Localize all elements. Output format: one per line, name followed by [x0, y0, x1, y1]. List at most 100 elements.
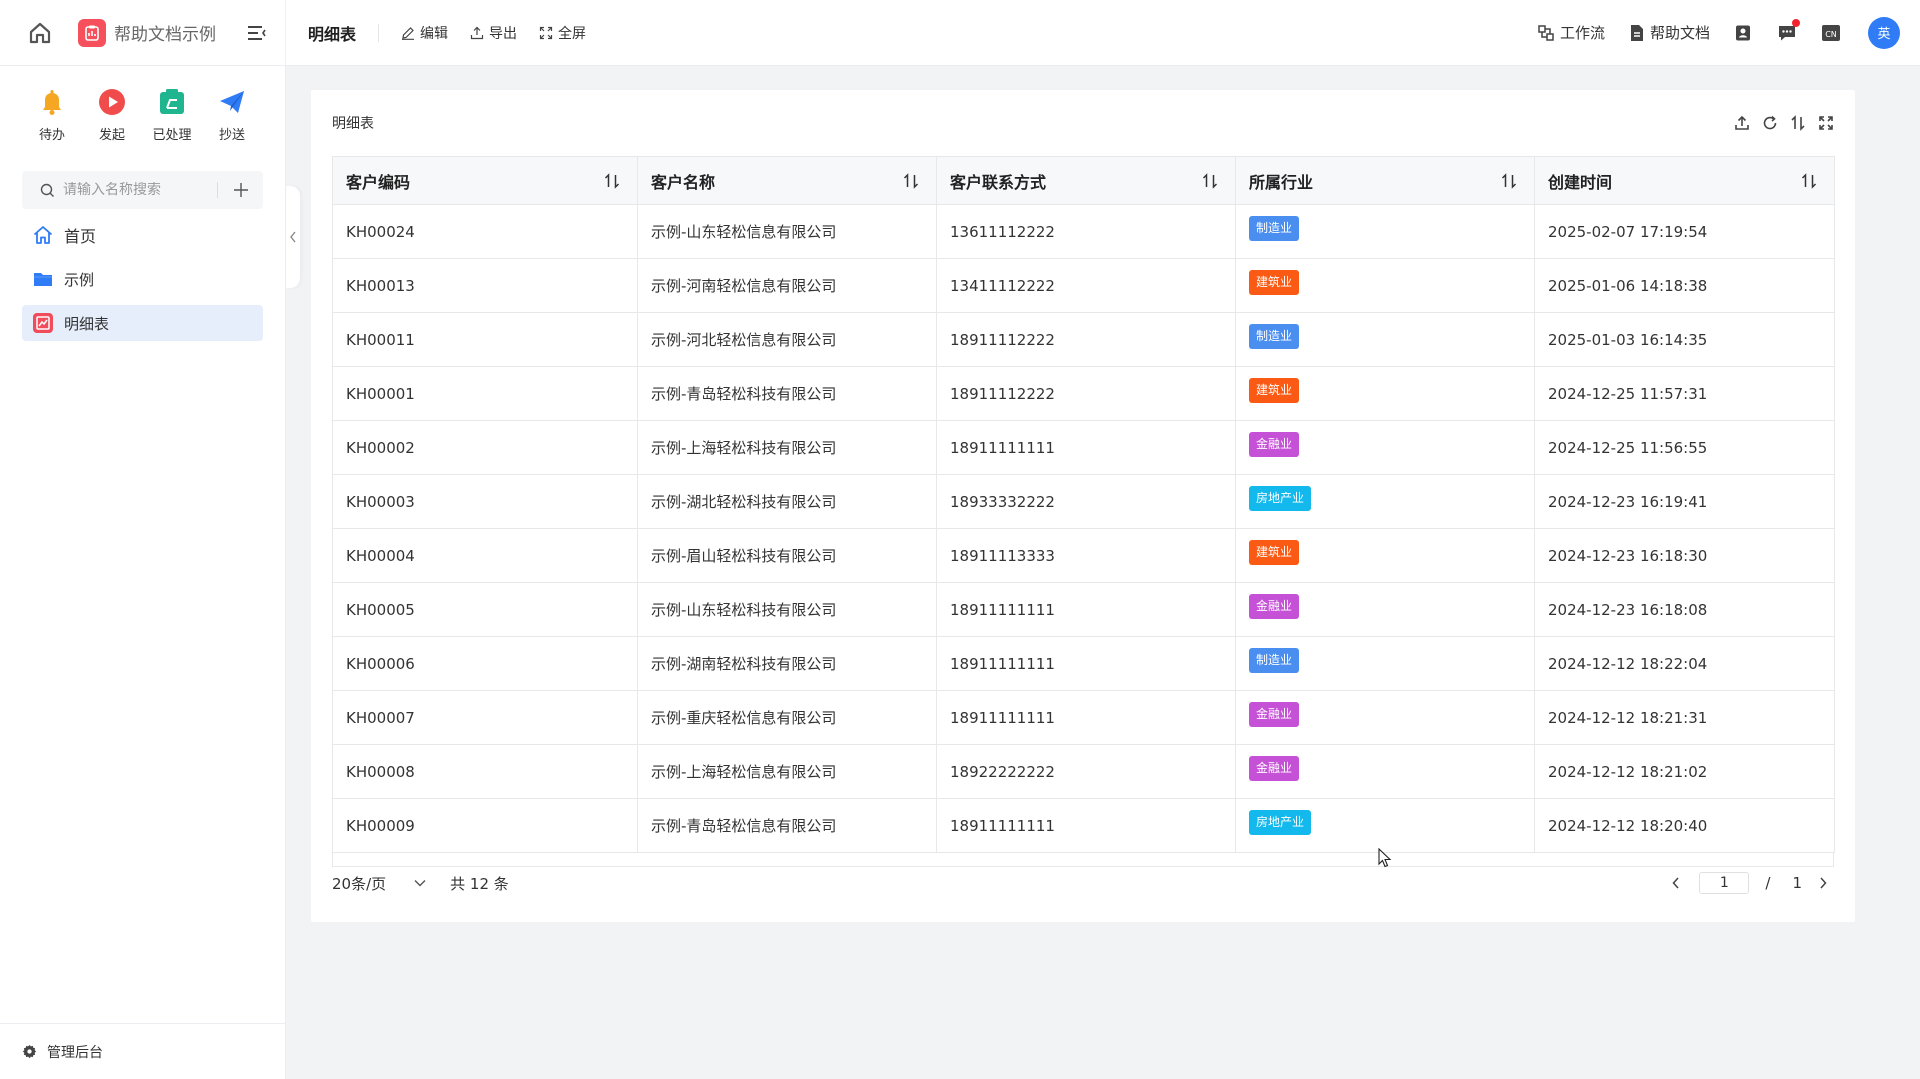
- cell-phone: 18911111111: [936, 420, 1236, 475]
- cell-code: KH00006: [332, 636, 638, 691]
- cell-industry: 金融业: [1235, 420, 1535, 475]
- table-row[interactable]: KH00024 示例-山东轻松信息有限公司 13611112222 制造业 2025-0…: [332, 204, 1835, 259]
- industry-tag: 制造业: [1249, 648, 1300, 673]
- table-header-row: 客户编码 客户名称 客户联系方式 所属行业 创建时间: [332, 156, 1835, 205]
- app-logo-icon: [78, 18, 106, 47]
- workflow-label: 工作流: [1559, 24, 1605, 42]
- admin-link[interactable]: 管理后台: [0, 1023, 286, 1079]
- quick-initiate-label: 发起: [98, 128, 125, 143]
- nav-item-home[interactable]: 首页: [22, 217, 263, 253]
- cell-phone: 13411112222: [936, 258, 1236, 313]
- contacts-icon[interactable]: [1732, 22, 1754, 44]
- cell-industry: 建筑业: [1235, 258, 1535, 313]
- column-header-label: 客户编码: [346, 172, 411, 192]
- message-icon[interactable]: [1776, 18, 1800, 44]
- sidebar-nav: 首页 示例 明细表: [0, 217, 285, 341]
- export-label: 导出: [489, 25, 518, 42]
- page-separator: /: [1765, 874, 1771, 892]
- table-row[interactable]: KH00005 示例-山东轻松科技有限公司 18911111111 金融业 2024-1…: [332, 582, 1835, 637]
- cell-code: KH00003: [332, 474, 638, 529]
- table-row[interactable]: KH00008 示例-上海轻松信息有限公司 18922222222 金融业 2024-1…: [332, 744, 1835, 799]
- card-tools: [1723, 114, 1835, 132]
- chevron-left-icon: [290, 231, 296, 243]
- fullscreen-button[interactable]: 全屏: [539, 23, 586, 43]
- table-row[interactable]: KH00004 示例-眉山轻松科技有限公司 18911113333 建筑业 2024-1…: [332, 528, 1835, 583]
- cell-code: KH00002: [332, 420, 638, 475]
- column-header-created[interactable]: 创建时间: [1534, 156, 1835, 205]
- cell-code: KH00009: [332, 798, 638, 853]
- cell-created: 2024-12-25 11:56:55: [1534, 420, 1835, 475]
- cell-created: 2024-12-25 11:57:31: [1534, 366, 1835, 421]
- cell-name: 示例-湖北轻松科技有限公司: [637, 474, 937, 529]
- page-size-select[interactable]: 20条/页: [332, 873, 426, 894]
- help-docs-button[interactable]: 帮助文档: [1629, 22, 1710, 43]
- quick-actions: 待办 发起 已处理 抄送: [0, 66, 285, 143]
- export-button[interactable]: 导出: [470, 23, 517, 43]
- play-icon: [96, 86, 128, 118]
- search-icon: [40, 183, 54, 197]
- cell-industry: 房地产业: [1235, 474, 1535, 529]
- chevron-left-icon[interactable]: [1671, 876, 1681, 890]
- nav-item-example[interactable]: 示例: [22, 261, 263, 297]
- cell-name: 示例-湖南轻松科技有限公司: [637, 636, 937, 691]
- industry-tag: 制造业: [1249, 324, 1300, 349]
- industry-tag: 金融业: [1249, 702, 1300, 727]
- cell-industry: 房地产业: [1235, 798, 1535, 853]
- export-icon[interactable]: [1733, 114, 1751, 132]
- cell-industry: 制造业: [1235, 204, 1535, 259]
- table-row[interactable]: KH00002 示例-上海轻松科技有限公司 18911111111 金融业 2024-1…: [332, 420, 1835, 475]
- quick-todo[interactable]: 待办: [22, 86, 82, 143]
- column-header-label: 客户名称: [651, 172, 716, 192]
- home-icon[interactable]: [26, 19, 54, 47]
- cell-name: 示例-重庆轻松信息有限公司: [637, 690, 937, 745]
- current-page-input[interactable]: 1: [1699, 872, 1750, 894]
- edit-button[interactable]: 编辑: [401, 23, 448, 43]
- cell-name: 示例-上海轻松信息有限公司: [637, 744, 937, 799]
- column-header-code[interactable]: 客户编码: [332, 156, 638, 205]
- language-switch-icon[interactable]: CN: [1820, 22, 1842, 44]
- sort-icon[interactable]: [1789, 114, 1807, 132]
- quick-processed[interactable]: 已处理: [142, 86, 202, 143]
- menu-toggle-icon[interactable]: [245, 21, 269, 45]
- sidebar-collapse-button[interactable]: [286, 186, 300, 288]
- table-row[interactable]: KH00013 示例-河南轻松信息有限公司 13411112222 建筑业 2025-0…: [332, 258, 1835, 313]
- cell-phone: 18911112222: [936, 312, 1236, 367]
- nav-item-home-label: 首页: [64, 227, 97, 246]
- notification-dot: [1792, 18, 1800, 27]
- table-row[interactable]: KH00006 示例-湖南轻松科技有限公司 18911111111 制造业 2024-1…: [332, 636, 1835, 691]
- quick-initiate[interactable]: 发起: [82, 86, 142, 143]
- language-code: CN: [1825, 30, 1837, 39]
- admin-label: 管理后台: [47, 1044, 103, 1061]
- folder-icon: [32, 268, 54, 290]
- quick-cc[interactable]: 抄送: [202, 86, 262, 143]
- column-header-industry[interactable]: 所属行业: [1235, 156, 1535, 205]
- cell-code: KH00007: [332, 690, 638, 745]
- sort-icon: [1801, 173, 1817, 189]
- chevron-right-icon[interactable]: [1818, 876, 1828, 890]
- column-header-contact[interactable]: 客户联系方式: [936, 156, 1236, 205]
- total-count: 共 12 条: [450, 874, 509, 893]
- help-docs-label: 帮助文档: [1649, 24, 1710, 42]
- search-input[interactable]: [63, 182, 213, 198]
- page-size-value: 20条/页: [332, 874, 387, 893]
- nav-item-detail-table[interactable]: 明细表: [22, 305, 263, 341]
- detail-table: 客户编码 客户名称 客户联系方式 所属行业 创建时间 KH00024 示例-山东轻…: [332, 156, 1835, 853]
- workflow-button[interactable]: 工作流: [1537, 22, 1605, 43]
- table-row[interactable]: KH00003 示例-湖北轻松科技有限公司 18933332222 房地产业 2024-…: [332, 474, 1835, 529]
- table-row[interactable]: KH00009 示例-青岛轻松信息有限公司 18911111111 房地产业 2024-…: [332, 798, 1835, 853]
- cell-created: 2024-12-12 18:22:04: [1534, 636, 1835, 691]
- table-body: KH00024 示例-山东轻松信息有限公司 13611112222 制造业 2025-0…: [332, 204, 1835, 853]
- cell-phone: 18911111111: [936, 690, 1236, 745]
- cell-phone: 18933332222: [936, 474, 1236, 529]
- fullscreen-icon[interactable]: [1817, 114, 1835, 132]
- table-row[interactable]: KH00001 示例-青岛轻松科技有限公司 18911112222 建筑业 2024-1…: [332, 366, 1835, 421]
- table-row[interactable]: KH00011 示例-河北轻松信息有限公司 18911112222 制造业 2025-0…: [332, 312, 1835, 367]
- add-icon[interactable]: [232, 181, 250, 199]
- table-row[interactable]: KH00007 示例-重庆轻松信息有限公司 18911111111 金融业 2024-1…: [332, 690, 1835, 745]
- refresh-icon[interactable]: [1761, 114, 1779, 132]
- export-icon: [470, 26, 484, 39]
- industry-tag: 金融业: [1249, 594, 1300, 619]
- avatar[interactable]: 英: [1868, 16, 1900, 49]
- column-header-name[interactable]: 客户名称: [637, 156, 937, 205]
- column-header-label: 客户联系方式: [950, 172, 1047, 192]
